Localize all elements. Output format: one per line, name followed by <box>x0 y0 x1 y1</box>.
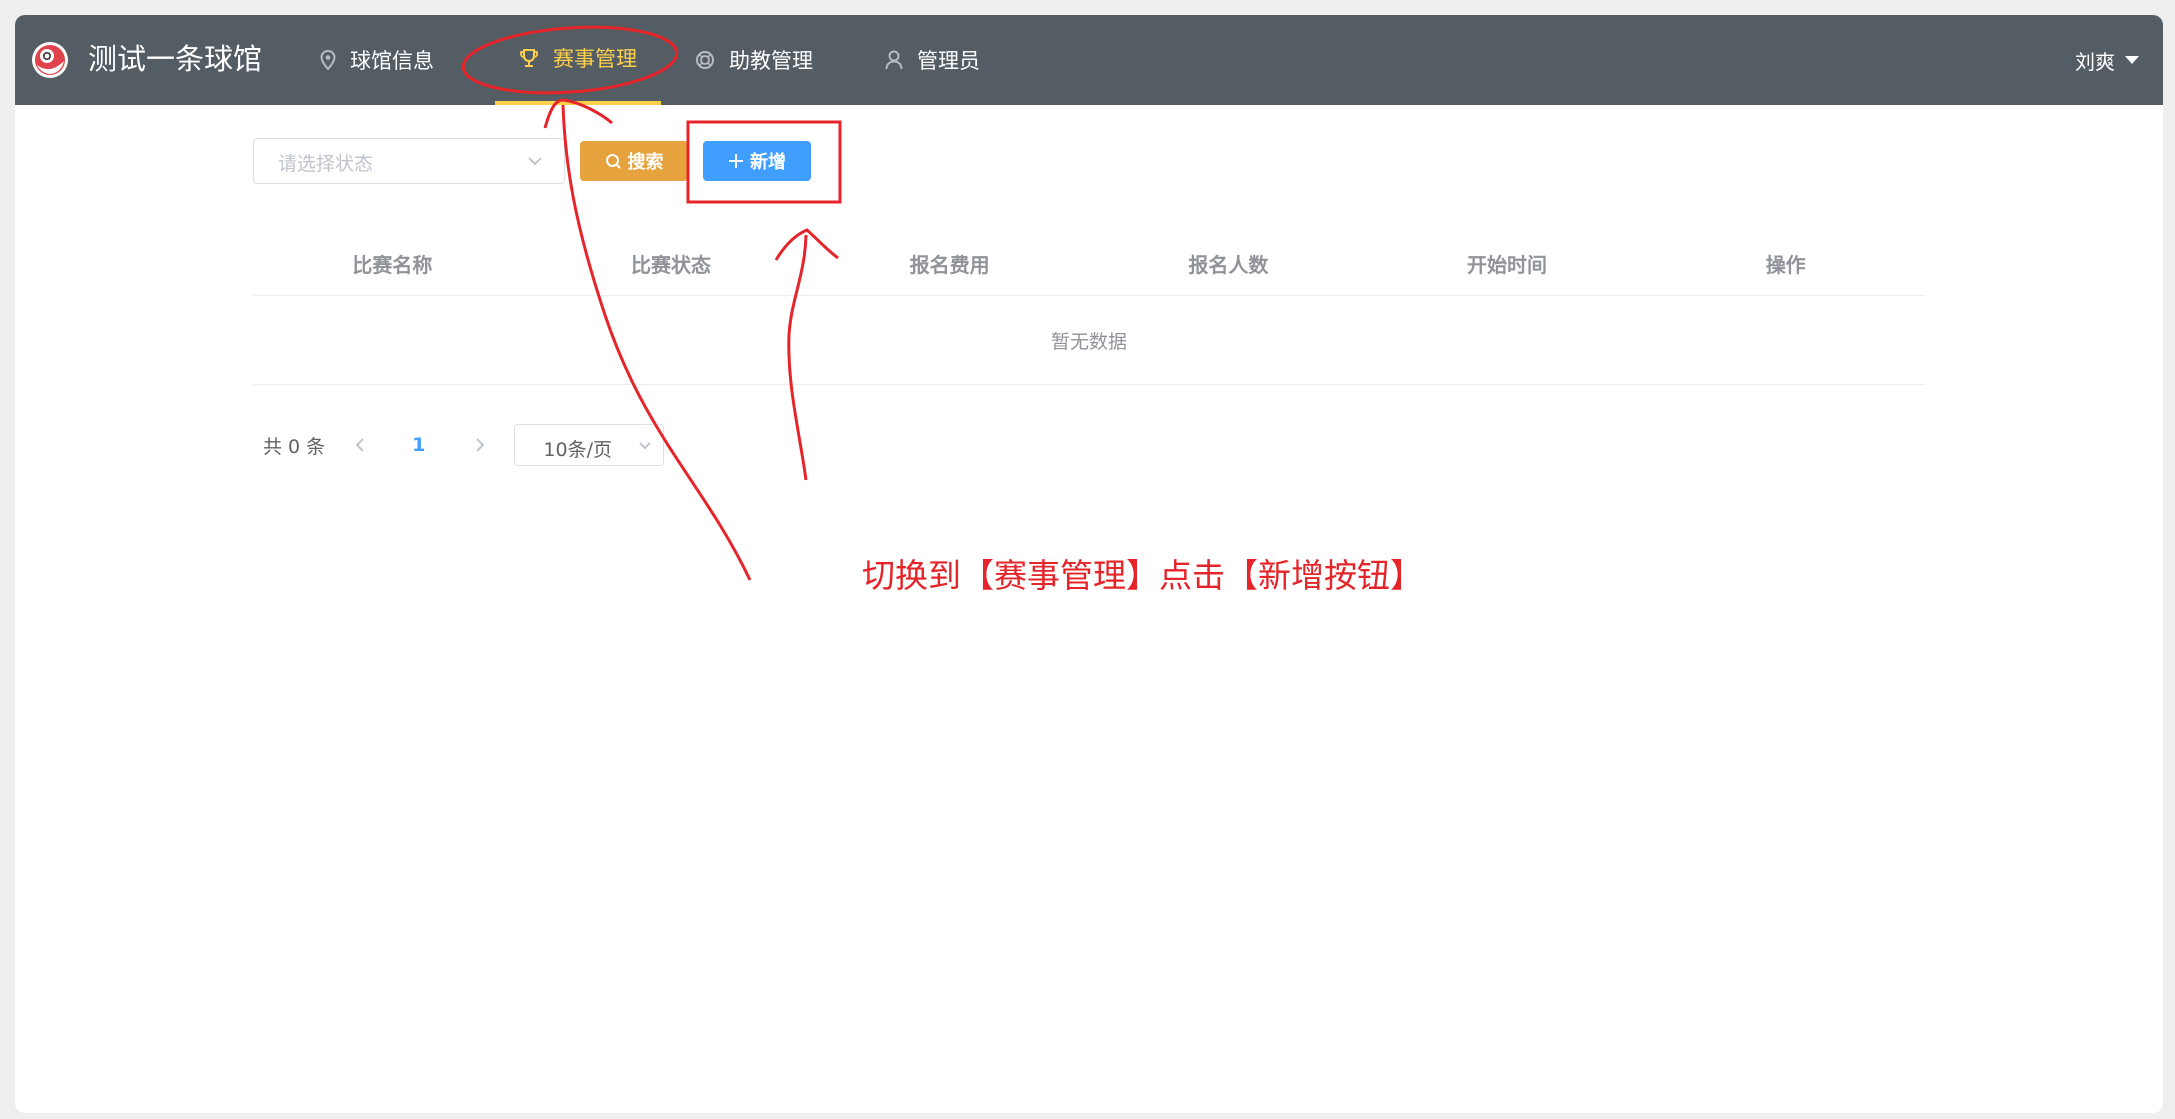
lifebuoy-icon <box>696 51 714 69</box>
venue-name: 测试一条球馆 <box>88 42 263 76</box>
annotation-instruction: 切换到【赛事管理】点击【新增按钮】 <box>862 556 1423 595</box>
app-window: 测试一条球馆 球馆信息 赛事管理 助教管理 管理员 刘爽 请选择状态 搜索 新增… <box>15 15 2163 1113</box>
search-icon <box>605 153 621 169</box>
page-size-value: 10条/页 <box>543 439 612 461</box>
nav-item-label: 助教管理 <box>729 49 813 73</box>
chevron-down-icon <box>528 157 542 166</box>
plus-icon <box>729 154 743 168</box>
nav-item-coach-management[interactable]: 助教管理 <box>685 15 823 105</box>
nav-item-administrators[interactable]: 管理员 <box>875 15 990 105</box>
pagination: 共 0 条 1 10条/页 <box>253 423 665 467</box>
status-select[interactable]: 请选择状态 <box>253 138 565 184</box>
column-header-start-time: 开始时间 <box>1467 253 1548 277</box>
chevron-right-icon[interactable] <box>473 436 487 454</box>
user-menu[interactable]: 刘爽 <box>2075 15 2139 105</box>
chevron-left-icon[interactable] <box>353 436 367 454</box>
table-header: 比赛名称 比赛状态 报名费用 报名人数 开始时间 操作 <box>253 232 1925 296</box>
column-header-actions: 操作 <box>1765 253 1806 277</box>
location-icon <box>320 50 336 70</box>
nav-item-label: 管理员 <box>917 49 980 73</box>
username: 刘爽 <box>2075 49 2115 74</box>
column-header-fee: 报名费用 <box>909 253 990 277</box>
nav-item-event-management[interactable]: 赛事管理 <box>495 15 661 105</box>
column-header-participants: 报名人数 <box>1188 253 1269 277</box>
column-header-event-status: 比赛状态 <box>631 253 711 277</box>
caret-down-icon <box>2125 56 2139 64</box>
nav-item-venue-info[interactable]: 球馆信息 <box>310 15 444 105</box>
top-navbar: 测试一条球馆 球馆信息 赛事管理 助教管理 管理员 刘爽 <box>15 15 2163 105</box>
page-size-select[interactable]: 10条/页 <box>514 424 665 466</box>
user-icon <box>885 50 903 70</box>
status-select-placeholder: 请选择状态 <box>278 153 374 175</box>
nav-item-label: 赛事管理 <box>553 47 637 71</box>
search-button[interactable]: 搜索 <box>580 141 688 181</box>
pagination-page-1[interactable]: 1 <box>412 434 425 456</box>
event-table: 比赛名称 比赛状态 报名费用 报名人数 开始时间 操作 暂无数据 <box>253 232 1925 385</box>
search-button-label: 搜索 <box>627 152 664 173</box>
add-button-label: 新增 <box>750 152 786 173</box>
table-empty-text: 暂无数据 <box>253 296 1925 385</box>
billiard-ball-logo-icon <box>32 42 68 78</box>
add-button[interactable]: 新增 <box>703 141 811 181</box>
trophy-icon <box>520 49 538 67</box>
column-header-event-name: 比赛名称 <box>352 253 433 277</box>
pagination-total: 共 0 条 <box>263 435 326 458</box>
chevron-down-icon <box>639 442 652 450</box>
nav-item-label: 球馆信息 <box>350 49 434 73</box>
